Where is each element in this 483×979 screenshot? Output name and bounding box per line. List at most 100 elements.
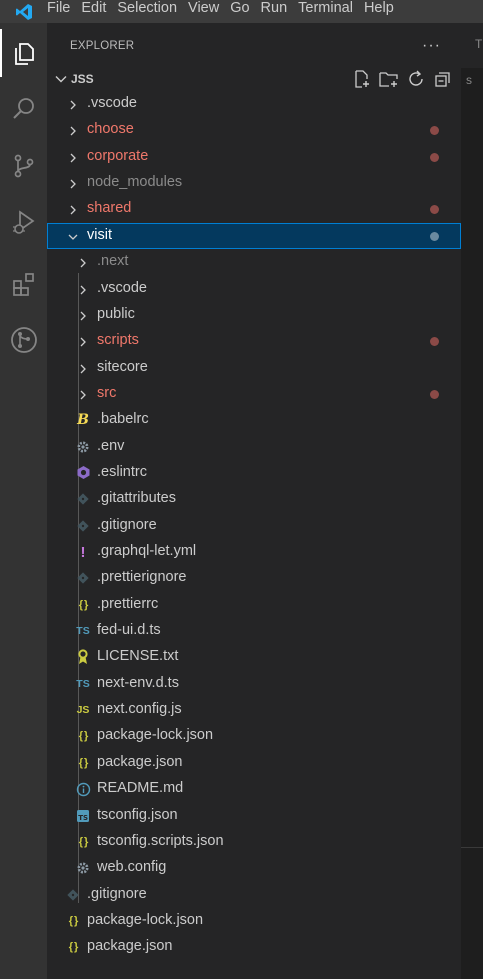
git-icon — [75, 570, 91, 586]
file-row[interactable]: TS tsconfig.json — [47, 803, 461, 829]
vscode-logo-icon — [0, 0, 47, 23]
files-icon[interactable] — [0, 29, 47, 77]
refresh-icon[interactable] — [406, 70, 426, 88]
tree-item-label: README.md — [97, 780, 184, 797]
folder-row[interactable]: .next — [47, 249, 461, 275]
activity-bar — [0, 23, 47, 979]
source-control-icon[interactable] — [0, 142, 47, 190]
tree-item-label: LICENSE.txt — [97, 648, 179, 665]
editor-area: T s — [461, 23, 483, 979]
chevron-right-icon — [67, 125, 79, 141]
exclamation-icon: ! — [80, 543, 86, 561]
file-row[interactable]: { } package.json — [47, 934, 461, 960]
file-row[interactable]: JS next.config.js — [47, 697, 461, 723]
json-icon: { } — [78, 756, 89, 769]
file-row[interactable]: .gitattributes — [47, 486, 461, 512]
file-row[interactable]: .gitignore — [47, 513, 461, 539]
file-row[interactable]: .gitignore — [47, 882, 461, 908]
typescript-icon: TS — [76, 677, 90, 690]
extensions-icon[interactable] — [0, 260, 47, 308]
menu-terminal[interactable]: Terminal — [296, 0, 362, 17]
file-row[interactable]: TS fed-ui.d.ts — [47, 618, 461, 644]
typescript-icon: TS — [76, 625, 90, 637]
file-row[interactable]: ! .graphql-let.yml — [47, 539, 461, 565]
file-row[interactable]: { } package.json — [47, 750, 461, 776]
json-icon: { } — [78, 835, 89, 848]
file-row[interactable]: web.config — [47, 855, 461, 881]
tree-item-label: sitecore — [97, 358, 148, 375]
tree-item-label: scripts — [97, 332, 139, 349]
search-icon[interactable] — [0, 85, 47, 133]
menu-bar: File Edit Selection View Go Run Terminal Help — [0, 0, 483, 23]
json-icon: { } — [68, 941, 79, 954]
folder-row[interactable]: node_modules — [47, 170, 461, 196]
folder-row[interactable]: public — [47, 302, 461, 328]
modified-indicator-dot — [430, 389, 439, 399]
menu-go[interactable]: Go — [228, 0, 258, 17]
menu-view[interactable]: View — [186, 0, 228, 17]
git-graph-icon[interactable] — [0, 316, 47, 364]
folder-row[interactable]: src — [47, 381, 461, 407]
tree-item-label: .prettierrc — [97, 595, 159, 612]
tree-item-label: package.json — [97, 753, 183, 770]
file-row[interactable]: B .babelrc — [47, 407, 461, 433]
menu-file[interactable]: File — [47, 0, 79, 17]
tree-item-label: .vscode — [87, 95, 137, 111]
folder-row[interactable]: shared — [47, 196, 461, 222]
modified-indicator-dot — [430, 126, 439, 136]
folder-row[interactable]: .vscode — [47, 91, 461, 117]
new-file-icon[interactable] — [352, 70, 372, 88]
git-icon — [75, 491, 91, 507]
run-debug-icon[interactable] — [0, 198, 47, 246]
folder-row[interactable]: choose — [47, 117, 461, 143]
workspace-root[interactable]: JSS — [47, 68, 461, 90]
chevron-right-icon — [77, 336, 89, 352]
file-row[interactable]: { } tsconfig.scripts.json — [47, 829, 461, 855]
git-icon — [75, 518, 91, 534]
file-row[interactable]: .eslintrc — [47, 460, 461, 486]
new-folder-icon[interactable] — [379, 70, 399, 88]
explorer-sidebar: EXPLORER ··· JSS .vscode choose corporate n… — [47, 23, 461, 979]
menu-help[interactable]: Help — [362, 0, 403, 17]
chevron-right-icon — [77, 284, 89, 300]
tree-item-label: .gitignore — [87, 885, 147, 902]
tree-item-label: visit — [87, 226, 112, 243]
collapse-all-icon[interactable] — [433, 70, 453, 88]
file-row[interactable]: { } package-lock.json — [47, 723, 461, 749]
tree-item-label: package-lock.json — [97, 727, 214, 744]
tree-item-label: .gitignore — [97, 516, 157, 533]
tree-item-label: .next — [97, 253, 129, 270]
tsconfig-icon: TS — [75, 808, 91, 824]
editor-tabs: T — [461, 23, 483, 68]
tree-item-label: fed-ui.d.ts — [97, 622, 161, 638]
file-row[interactable]: TS next-env.d.ts — [47, 671, 461, 697]
eslint-icon — [75, 465, 91, 481]
file-row[interactable]: { } package-lock.json — [47, 908, 461, 934]
menu-selection[interactable]: Selection — [115, 0, 186, 17]
menu-edit[interactable]: Edit — [79, 0, 115, 17]
modified-indicator-dot — [430, 231, 439, 241]
info-icon — [75, 781, 91, 797]
chevron-right-icon — [77, 257, 89, 273]
breadcrumb-fragment: s — [466, 73, 472, 87]
tree-item-label: .graphql-let.yml — [97, 543, 197, 559]
tree-item-label: package-lock.json — [87, 911, 204, 928]
file-row[interactable]: { } .prettierrc — [47, 592, 461, 618]
menu-run[interactable]: Run — [259, 0, 297, 17]
more-actions-icon[interactable]: ··· — [422, 37, 441, 55]
file-row[interactable]: LICENSE.txt — [47, 644, 461, 670]
chevron-right-icon — [77, 389, 89, 405]
folder-row[interactable]: corporate — [47, 144, 461, 170]
folder-row[interactable]: visit — [47, 222, 461, 249]
file-row[interactable]: .env — [47, 434, 461, 460]
json-icon: { } — [78, 598, 89, 611]
folder-row[interactable]: .vscode — [47, 276, 461, 302]
file-row[interactable]: README.md — [47, 776, 461, 802]
tree-item-label: next.config.js — [97, 701, 182, 718]
folder-row[interactable]: scripts — [47, 328, 461, 354]
file-row[interactable]: .prettierignore — [47, 565, 461, 591]
editor-tab-fragment[interactable]: T — [475, 37, 482, 51]
folder-row[interactable]: sitecore — [47, 355, 461, 381]
tree-item-label: shared — [87, 200, 132, 217]
tree-item-label: corporate — [87, 147, 149, 164]
